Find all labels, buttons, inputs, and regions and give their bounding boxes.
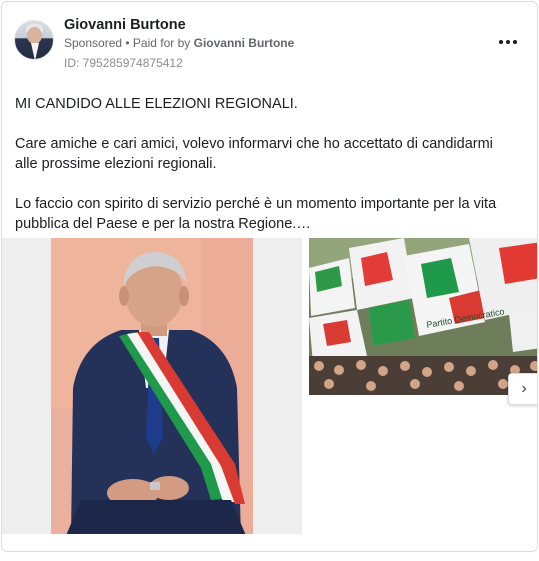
media-carousel: Partito Democratico — [2, 238, 537, 534]
author-avatar[interactable] — [14, 20, 54, 60]
more-options-icon[interactable] — [497, 36, 519, 48]
carousel-slide-portrait[interactable] — [2, 238, 302, 534]
ad-library-id: ID: 795285974875412 — [64, 56, 183, 70]
paid-for-prefix: • Paid for by — [122, 36, 194, 50]
chevron-right-icon: › — [521, 380, 527, 397]
body-paragraph: MI CANDIDO ALLE ELEZIONI REGIONALI. — [15, 96, 298, 112]
carousel-slide-rally[interactable]: Partito Democratico — [309, 238, 537, 395]
author-name[interactable]: Giovanni Burtone — [64, 17, 186, 33]
ad-card: Giovanni Burtone Sponsored • Paid for by… — [1, 1, 538, 552]
body-paragraph: Care amiche e cari amici, volevo informa… — [15, 136, 493, 172]
ad-body-text: MI CANDIDO ALLE ELEZIONI REGIONALI. Care… — [15, 94, 515, 254]
carousel-next-button[interactable]: › — [508, 373, 537, 405]
body-paragraph: Lo faccio con spirito di servizio perché… — [15, 196, 497, 232]
paid-for-name: Giovanni Burtone — [193, 36, 295, 50]
candidate-photo — [51, 238, 253, 534]
sponsored-label: Sponsored — [64, 36, 123, 50]
sponsorship-line: Sponsored • Paid for by Giovanni Burtone — [64, 36, 294, 50]
